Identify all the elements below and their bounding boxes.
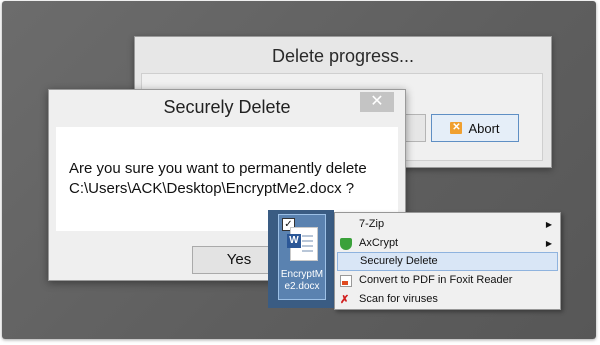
abort-icon: ✕ — [450, 122, 463, 134]
desktop-file-area: ✓ W EncryptMe2.docx — [268, 210, 334, 308]
context-menu: 7-Zip ▶ AxCrypt ▶ Securely Delete Conver… — [334, 212, 561, 310]
green-shield-icon — [340, 238, 352, 250]
menu-item-label: Securely Delete — [360, 255, 438, 267]
word-document-icon: W — [287, 227, 318, 261]
menu-item-axcrypt[interactable]: AxCrypt ▶ — [337, 234, 558, 253]
file-item[interactable]: ✓ W EncryptMe2.docx — [278, 214, 326, 300]
message-line-1: Are you sure you want to permanently del… — [69, 160, 367, 177]
pdf-icon — [340, 275, 352, 287]
file-name-label: EncryptMe2.docx — [280, 269, 324, 292]
progress-title: Delete progress... — [271, 46, 415, 66]
message-line-2: C:\Users\ACK\Desktop\EncryptMe2.docx ? — [69, 180, 355, 197]
menu-item-securely-delete[interactable]: Securely Delete — [337, 252, 558, 271]
dialog-title: Securely Delete — [163, 97, 291, 117]
menu-item-scan-viruses[interactable]: ✗ Scan for viruses — [337, 290, 558, 309]
menu-item-label: 7-Zip — [359, 218, 385, 230]
menu-item-label: AxCrypt — [359, 237, 399, 249]
menu-item-convert-pdf[interactable]: Convert to PDF in Foxit Reader — [337, 271, 558, 290]
menu-item-label: Scan for viruses — [359, 293, 438, 305]
close-button[interactable]: ✕ — [360, 92, 394, 112]
menu-item-7zip[interactable]: 7-Zip ▶ — [337, 215, 558, 234]
close-icon: ✕ — [370, 93, 384, 110]
virus-scan-icon: ✗ — [340, 294, 350, 306]
abort-label: Abort — [468, 120, 500, 136]
submenu-arrow-icon: ▶ — [545, 220, 552, 229]
abort-button[interactable]: ✕ Abort — [431, 114, 519, 142]
word-badge-icon: W — [287, 234, 301, 248]
menu-item-label: Convert to PDF in Foxit Reader — [359, 274, 513, 286]
submenu-arrow-icon: ▶ — [545, 239, 552, 248]
confirmation-message: Are you sure you want to permanently del… — [69, 159, 367, 199]
